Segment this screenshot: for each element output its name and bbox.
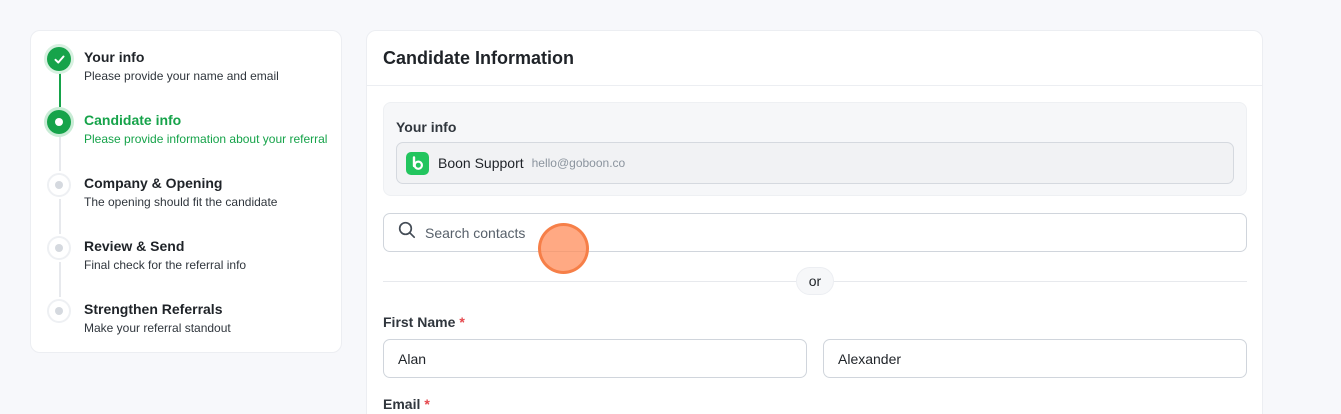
first-name-input[interactable]: Alan (383, 339, 807, 378)
contact-email: hello@goboon.co (531, 156, 626, 170)
contact-name: Boon Support (438, 155, 524, 171)
required-marker: * (424, 396, 430, 412)
email-label: Email * (383, 396, 430, 412)
step-subtitle: The opening should fit the candidate (84, 195, 278, 209)
referral-stepper: Your info Please provide your name and e… (30, 30, 342, 353)
step-strengthen-referrals[interactable]: Strengthen Referrals Make your referral … (31, 283, 341, 335)
step-subtitle: Final check for the referral info (84, 258, 247, 272)
step-title: Company & Opening (84, 175, 223, 191)
page-title: Candidate Information (383, 47, 575, 68)
step-title: Candidate info (84, 112, 182, 128)
step-title: Review & Send (84, 238, 185, 254)
step-title: Strengthen Referrals (84, 301, 223, 317)
first-name-label: First Name * (383, 314, 465, 330)
pending-step-icon (47, 299, 71, 323)
search-icon (398, 221, 416, 244)
step-candidate-info[interactable]: Candidate info Please provide informatio… (31, 94, 341, 146)
first-name-label-text: First Name (383, 314, 456, 330)
required-marker: * (459, 314, 465, 330)
check-icon (47, 47, 71, 71)
email-label-text: Email (383, 396, 421, 412)
your-info-section: Your info Boon Support hello@goboon.co (383, 102, 1247, 196)
or-separator: or (796, 267, 834, 295)
step-review-send[interactable]: Review & Send Final check for the referr… (31, 220, 341, 272)
step-your-info[interactable]: Your info Please provide your name and e… (31, 31, 341, 83)
last-name-input[interactable]: Alexander (823, 339, 1247, 378)
search-placeholder: Search contacts (425, 224, 526, 241)
pending-step-icon (47, 173, 71, 197)
step-subtitle: Make your referral standout (84, 321, 231, 335)
step-title: Your info (84, 49, 145, 65)
step-subtitle: Please provide your name and email (84, 69, 279, 83)
step-subtitle: Please provide information about your re… (84, 132, 328, 146)
pending-step-icon (47, 236, 71, 260)
card-header: Candidate Information (367, 31, 1262, 86)
boon-logo-icon (406, 151, 429, 175)
search-contacts-input[interactable]: Search contacts (383, 213, 1247, 252)
click-indicator (538, 223, 589, 274)
step-company-opening[interactable]: Company & Opening The opening should fit… (31, 157, 341, 209)
candidate-information-card: Candidate Information Your info Boon Sup… (366, 30, 1263, 414)
your-info-label: Your info (396, 119, 457, 135)
active-step-icon (47, 110, 71, 134)
current-user-contact: Boon Support hello@goboon.co (396, 142, 1234, 184)
